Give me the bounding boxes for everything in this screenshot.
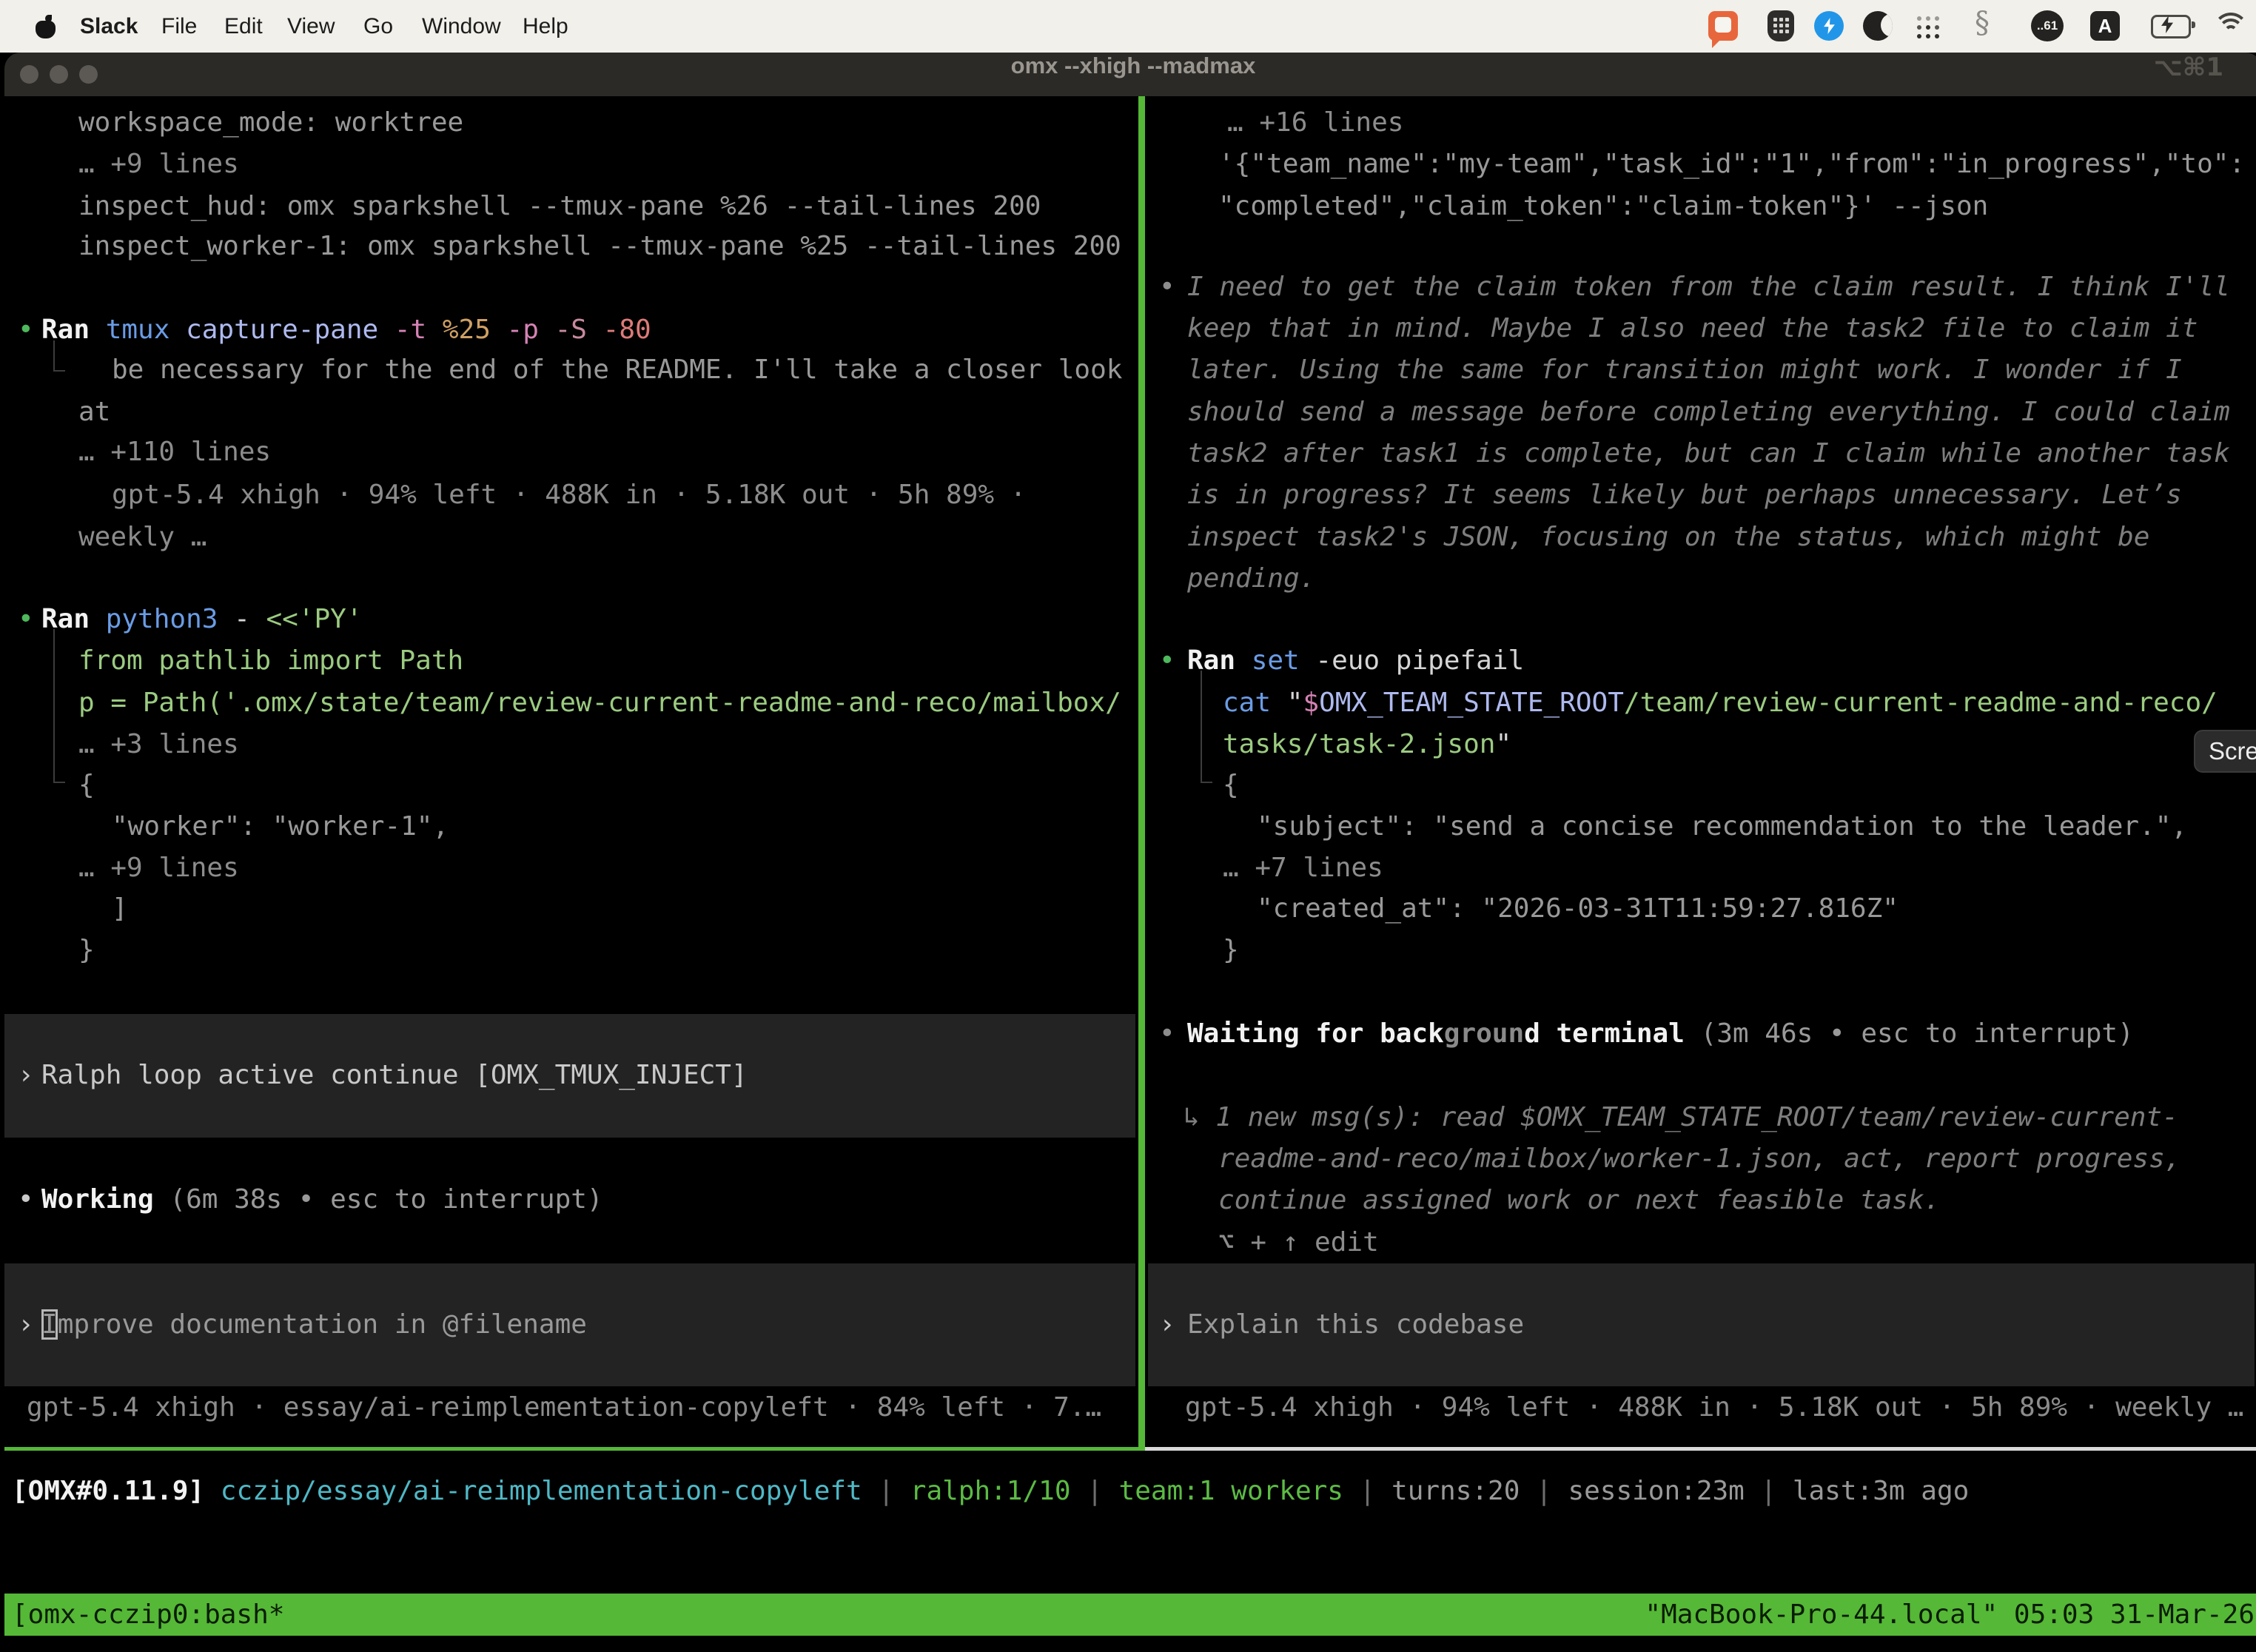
menu-item-help[interactable]: Help bbox=[523, 0, 568, 53]
code-line: p = Path('.omx/state/team/review-current… bbox=[78, 682, 1121, 724]
command-line: cat "$OMX_TEAM_STATE_ROOT/team/review-cu… bbox=[1223, 682, 2218, 724]
output-connector bbox=[53, 370, 65, 372]
ran-command: Ran tmux capture-pane -t %25 -p -S -80 bbox=[41, 309, 651, 351]
elided-lines: … +7 lines bbox=[1223, 847, 1383, 889]
apple-menu[interactable] bbox=[36, 0, 56, 53]
apple-logo-icon bbox=[36, 15, 56, 38]
ran-command: Ran set -euo pipefail bbox=[1187, 639, 1524, 682]
tmux-status-bar: [omx-cczip0:bash* "MacBook-Pro-44.local"… bbox=[4, 1594, 2256, 1636]
usage-line: weekly … bbox=[78, 516, 207, 558]
window-titlebar: omx --xhigh --madmax ⌥⌘1 bbox=[4, 53, 2256, 96]
prompt-chevron: › bbox=[1159, 1303, 1175, 1346]
command-line: tasks/task-2.json" bbox=[1223, 723, 1511, 765]
json-arg: "completed","claim_token":"claim-token"}… bbox=[1218, 185, 1988, 227]
thinking-text: pending. bbox=[1187, 557, 1315, 600]
thinking-text: later. Using the same for transition mig… bbox=[1187, 349, 2182, 391]
battery-charging-icon[interactable] bbox=[2151, 15, 2191, 38]
terminal-window: omx --xhigh --madmax ⌥⌘1 workspace_mode:… bbox=[4, 53, 2256, 1652]
thinking-bullet: • bbox=[1159, 266, 1175, 308]
prompt-chevron: › bbox=[18, 1303, 34, 1346]
thinking-text: should send a message before completing … bbox=[1187, 391, 2230, 433]
mailbox-message: continue assigned work or next feasible … bbox=[1218, 1179, 1940, 1221]
thinking-text: task2 after task1 is complete, but can I… bbox=[1187, 432, 2230, 474]
thinking-text: keep that in mind. Maybe I also need the… bbox=[1187, 307, 2198, 349]
config-line: workspace_mode: worktree bbox=[78, 101, 463, 144]
elided-lines: … +9 lines bbox=[78, 847, 239, 889]
crescent-app-icon[interactable] bbox=[1863, 11, 1893, 41]
menu-bar: Slack File Edit View Go Window Help § ..… bbox=[0, 0, 2256, 53]
waiting-bullet: • bbox=[1159, 1013, 1175, 1055]
output-connector bbox=[1201, 671, 1202, 783]
mailbox-message: ↳ 1 new msg(s): read $OMX_TEAM_STATE_ROO… bbox=[1184, 1096, 2178, 1138]
run-bullet: • bbox=[18, 309, 34, 351]
mailbox-message: readme-and-reco/mailbox/worker-1.json, a… bbox=[1218, 1138, 2181, 1180]
left-pane-border bbox=[4, 1447, 1138, 1451]
edit-hint: ⌥ + ↑ edit bbox=[1218, 1221, 1379, 1263]
thinking-text: is in progress? It seems likely but perh… bbox=[1187, 474, 2182, 516]
right-pane-border bbox=[1145, 1447, 2256, 1451]
json-output: } bbox=[1223, 929, 1239, 971]
elided-lines: … +9 lines bbox=[78, 143, 239, 185]
json-arg: '{"team_name":"my-team","task_id":"1","f… bbox=[1218, 143, 2245, 185]
screen-tooltip: Scre bbox=[2194, 730, 2256, 773]
menu-item-go[interactable]: Go bbox=[363, 0, 393, 53]
usage-line: gpt-5.4 xhigh · 94% left · 488K in · 5.1… bbox=[112, 474, 1026, 516]
prompt-suggestion: Explain this codebase bbox=[1187, 1303, 1524, 1346]
screen-sharing-icon[interactable] bbox=[1708, 11, 1738, 41]
menu-item-edit[interactable]: Edit bbox=[224, 0, 263, 53]
json-output: "worker": "worker-1", bbox=[112, 805, 449, 847]
ralph-loop-status: Ralph loop active continue [OMX_TMUX_INJ… bbox=[41, 1054, 748, 1096]
json-output: "created_at": "2026-03-31T11:59:27.816Z" bbox=[1257, 887, 1899, 930]
json-output: } bbox=[78, 929, 95, 971]
model-status-line: gpt-5.4 xhigh · essay/ai-reimplementatio… bbox=[27, 1386, 1101, 1428]
run-bullet: • bbox=[18, 598, 34, 640]
elided-lines: … +110 lines bbox=[78, 431, 271, 473]
command-output: be necessary for the end of the README. … bbox=[112, 349, 1122, 391]
wifi-icon[interactable] bbox=[2213, 13, 2246, 39]
json-output: { bbox=[78, 764, 95, 806]
model-status-line: gpt-5.4 xhigh · 94% left · 488K in · 5.1… bbox=[1185, 1386, 2243, 1428]
command-output: at bbox=[78, 391, 110, 433]
tmux-session-window: [omx-cczip0:bash* bbox=[12, 1599, 284, 1630]
thinking-text: I need to get the claim token from the c… bbox=[1187, 266, 2230, 308]
code-line: from pathlib import Path bbox=[78, 639, 463, 682]
menu-item-window[interactable]: Window bbox=[422, 0, 501, 53]
menu-item-app[interactable]: Slack bbox=[80, 0, 138, 53]
config-line: inspect_worker-1: omx sparkshell --tmux-… bbox=[78, 225, 1121, 267]
prompt-suggestion: Improve documentation in @filename bbox=[41, 1303, 587, 1346]
hook-app-icon[interactable]: § bbox=[1975, 6, 1990, 40]
run-bullet: • bbox=[1159, 639, 1175, 682]
count-badge-icon[interactable]: ..61 bbox=[2031, 10, 2064, 41]
ran-command: Ran python3 - <<'PY' bbox=[41, 598, 363, 640]
tmux-host-clock: "MacBook-Pro-44.local" 05:03 31-Mar-26 bbox=[1645, 1599, 2255, 1630]
waiting-status: Waiting for background terminal (3m 46s … bbox=[1187, 1013, 2134, 1055]
config-line: inspect_hud: omx sparkshell --tmux-pane … bbox=[78, 185, 1041, 227]
prompt-chevron: › bbox=[18, 1054, 34, 1096]
shield-grid-icon[interactable] bbox=[1767, 10, 1794, 41]
thinking-text: inspect task2's JSON, focusing on the st… bbox=[1187, 516, 2149, 558]
input-source-icon[interactable]: A bbox=[2090, 11, 2120, 41]
working-bullet: • bbox=[18, 1178, 34, 1220]
dots-grid-icon[interactable] bbox=[1917, 16, 1921, 21]
menu-item-view[interactable]: View bbox=[287, 0, 335, 53]
working-status: Working (6m 38s • esc to interrupt) bbox=[41, 1178, 603, 1220]
window-title: omx --xhigh --madmax bbox=[4, 53, 2256, 96]
output-connector bbox=[53, 629, 55, 783]
output-connector bbox=[53, 782, 65, 783]
omx-session-status: [OMX#0.11.9] cczip/essay/ai-reimplementa… bbox=[12, 1470, 1969, 1512]
output-connector bbox=[1201, 782, 1212, 783]
pane-separator[interactable] bbox=[1138, 96, 1145, 1451]
json-output: ] bbox=[112, 887, 128, 930]
window-shortcut-badge: ⌥⌘1 bbox=[2154, 53, 2223, 96]
messenger-bolt-icon[interactable] bbox=[1814, 11, 1844, 41]
json-output: { bbox=[1223, 764, 1239, 806]
elided-lines: … +16 lines bbox=[1227, 101, 1403, 144]
elided-lines: … +3 lines bbox=[78, 723, 239, 765]
menu-item-file[interactable]: File bbox=[161, 0, 197, 53]
json-output: "subject": "send a concise recommendatio… bbox=[1257, 805, 2187, 847]
